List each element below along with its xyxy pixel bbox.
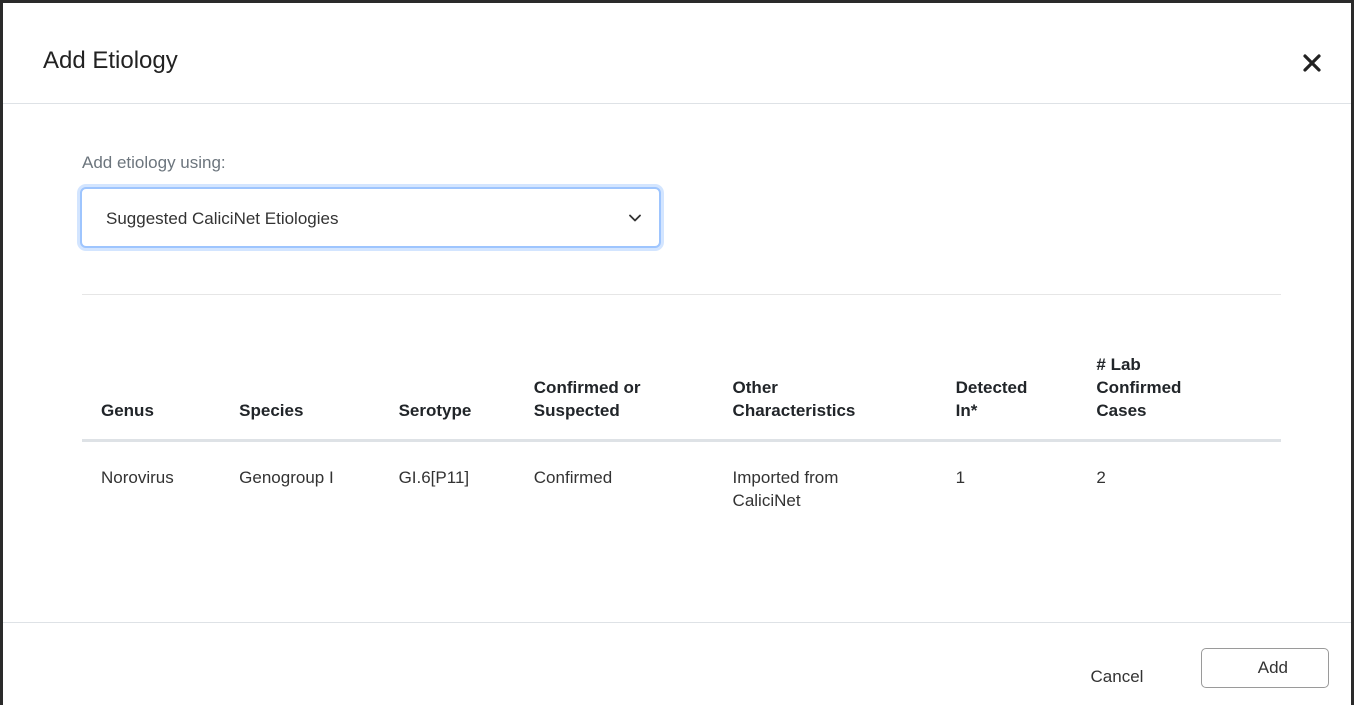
cell-genus: Norovirus <box>101 467 174 487</box>
cell-detected: 1 <box>955 467 966 487</box>
close-button[interactable] <box>1298 49 1326 77</box>
add-button[interactable]: Add <box>1201 648 1329 688</box>
cell-other: Imported from CaliciNet <box>732 467 839 511</box>
etiology-table: Genus Species Serotype Confirmed or Susp… <box>82 339 1281 513</box>
cell-serotype: GI.6[P11] <box>398 467 470 487</box>
cell-species: Genogroup I <box>239 467 334 487</box>
column-header-detected: Detected In* <box>936 339 1078 442</box>
column-header-lab-cases: # Lab Confirmed Cases <box>1077 339 1281 442</box>
column-header-species: Species <box>220 339 380 442</box>
etiology-source-select[interactable]: Suggested CaliciNet Etiologies <box>80 187 661 248</box>
close-icon <box>1303 54 1321 72</box>
cell-lab-cases: 2 <box>1096 467 1106 487</box>
cancel-button[interactable]: Cancel <box>1067 657 1167 697</box>
column-header-other: Other Characteristics <box>713 339 937 442</box>
column-header-serotype: Serotype <box>379 339 515 442</box>
column-header-genus: Genus <box>82 339 221 442</box>
select-value: Suggested CaliciNet Etiologies <box>106 209 339 228</box>
section-divider <box>82 294 1281 295</box>
column-header-confirmed: Confirmed or Suspected <box>514 339 714 442</box>
add-etiology-modal: Add Etiology Add etiology using: Suggest… <box>0 0 1354 705</box>
table-row[interactable]: Norovirus Genogroup I GI.6[P11] Confirme… <box>82 440 1281 513</box>
cell-confirmed: Confirmed <box>533 467 613 487</box>
modal-title: Add Etiology <box>43 47 178 74</box>
modal-footer: Cancel Add <box>3 622 1351 708</box>
chevron-down-icon <box>629 214 641 222</box>
etiology-source-label: Add etiology using: <box>82 153 226 172</box>
modal-header: Add Etiology <box>3 3 1351 104</box>
table-header-row: Genus Species Serotype Confirmed or Susp… <box>82 339 1281 442</box>
